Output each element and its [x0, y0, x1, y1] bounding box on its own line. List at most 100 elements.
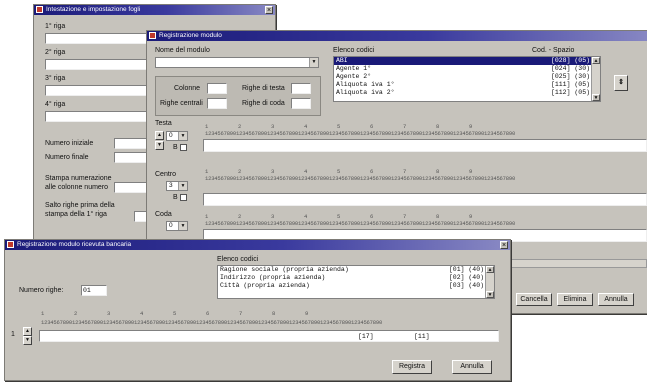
field-marker-17: [17] [358, 333, 374, 340]
numero-righe-input[interactable]: 01 [81, 285, 107, 296]
horizontal-scrollbar[interactable] [505, 259, 647, 268]
chevron-down-icon[interactable]: ▼ [178, 132, 187, 140]
scroll-up-icon[interactable]: ▲ [592, 57, 600, 64]
list-item-code: [01] (40) [448, 266, 484, 273]
annulla-button[interactable]: Annulla [452, 360, 492, 374]
riga2-input[interactable] [45, 59, 155, 70]
app-icon [36, 6, 43, 13]
list-scrollbar[interactable]: ▲ ▼ [485, 266, 494, 298]
elenco-codici-list[interactable]: ABI [028] (05) Agente 1° [024] (30) Agente 2… [333, 56, 601, 102]
testa-spin-combo[interactable]: 0 ▼ [166, 131, 188, 141]
colonne-input[interactable] [207, 83, 227, 94]
registrazione-modulo-title: Registrazione modulo [159, 32, 222, 39]
nome-modulo-combo[interactable]: ▼ [155, 57, 319, 68]
list-item-name: Aliquota iva 2° [336, 89, 395, 96]
riga4-input[interactable] [45, 111, 155, 122]
ruler-digits: 1234567890123456789012345678901234567890… [41, 319, 383, 326]
list-item[interactable]: Ragione sociale (propria azienda) [01] (4… [218, 266, 494, 274]
dimensions-panel: Colonne Righe di testa Righe centrali Ri… [155, 76, 321, 116]
numero-iniziale-label: Numero iniziale [45, 140, 94, 147]
riga4-label: 4° riga [45, 101, 66, 108]
intestazione-title: Intestazione e impostazione fogli [46, 6, 141, 13]
row-template-input[interactable]: [17] [11] [39, 330, 499, 342]
centro-ruler-numbers: 1 2 3 4 5 6 7 8 9 [205, 168, 473, 175]
riga2-label: 2° riga [45, 49, 66, 56]
riga1-input[interactable] [45, 33, 155, 44]
intestazione-titlebar[interactable]: Intestazione e impostazione fogli × [34, 5, 275, 15]
list-item-name: Agente 2° [336, 73, 372, 80]
riga3-input[interactable] [45, 85, 155, 96]
list-item[interactable]: Indirizzo (propria azienda) [02] (40) [218, 274, 494, 282]
ricevuta-bancaria-window: Registrazione modulo ricevuta bancaria ×… [4, 239, 511, 381]
stampa-prima-riga-label: stampa della 1° riga [45, 211, 107, 218]
list-item-name: Aliquota iva 1° [336, 81, 395, 88]
list-item[interactable]: Città (propria azienda) [03] (40) [218, 282, 494, 290]
testa-up-icon[interactable]: ▲ [155, 131, 164, 140]
salto-righe-label: Salto righe prima della [45, 202, 115, 209]
righe-coda-input[interactable] [291, 98, 311, 109]
insert-field-button[interactable]: ⇕ [614, 75, 628, 91]
testa-template-input[interactable] [203, 139, 647, 152]
elenco-codici-label: Elenco codici [333, 47, 375, 54]
list-item-code: [112] (05) [550, 89, 590, 96]
stampa-numerazione-label: Stampa numerazione [45, 175, 112, 182]
list-scrollbar[interactable]: ▲ ▼ [591, 57, 600, 101]
row-up-icon[interactable]: ▲ [23, 327, 32, 336]
testa-ruler-numbers: 1 2 3 4 5 6 7 8 9 [205, 123, 473, 130]
list-item[interactable]: Agente 1° [024] (30) [334, 65, 600, 73]
list-item-name: ABI [336, 57, 348, 64]
list-item-name: Agente 1° [336, 65, 372, 72]
field-marker-11: [11] [414, 333, 430, 340]
chevron-down-icon[interactable]: ▼ [178, 222, 187, 230]
centro-spin-combo[interactable]: 3 ▼ [166, 181, 188, 191]
list-item-name: Città (propria azienda) [220, 282, 310, 289]
centro-bold-checkbox[interactable] [180, 194, 187, 201]
testa-down-icon[interactable]: ▼ [155, 141, 164, 150]
centro-b-label: B [173, 194, 178, 201]
chevron-down-icon[interactable]: ▼ [309, 58, 318, 67]
insert-field-icon: ⇕ [618, 79, 624, 86]
elimina-button[interactable]: Elimina [557, 293, 593, 306]
registrazione-modulo-titlebar[interactable]: Registrazione modulo [147, 31, 647, 41]
righe-testa-input[interactable] [291, 83, 311, 94]
coda-ruler-digits: 1234567890123456789012345678901234567890… [205, 220, 516, 227]
coda-spin-value: 0 [169, 222, 173, 229]
cancella-button[interactable]: Cancella [516, 293, 552, 306]
registra-button[interactable]: Registra [392, 360, 432, 374]
close-icon[interactable]: × [500, 241, 508, 249]
coda-spin-combo[interactable]: 0 ▼ [166, 221, 188, 231]
annulla-button[interactable]: Annulla [598, 293, 634, 306]
list-item-code: [03] (40) [448, 282, 484, 289]
nome-modulo-label: Nome del modulo [155, 47, 210, 54]
riga3-label: 3° riga [45, 75, 66, 82]
testa-bold-checkbox[interactable] [180, 144, 187, 151]
righe-centrali-label: Righe centrali [160, 100, 203, 107]
righe-centrali-input[interactable] [207, 98, 227, 109]
testa-label: Testa [155, 120, 172, 127]
list-item-code: [028] (05) [550, 57, 590, 64]
row-number-label: 1 [11, 331, 15, 338]
list-item[interactable]: Aliquota iva 1° [111] (05) [334, 81, 600, 89]
list-item-code: [02] (40) [448, 274, 484, 281]
list-item[interactable]: Agente 2° [025] (30) [334, 73, 600, 81]
list-item-name: Indirizzo (propria azienda) [220, 274, 326, 281]
list-item[interactable]: Aliquota iva 2° [112] (05) [334, 89, 600, 97]
list-item[interactable]: ABI [028] (05) [334, 57, 600, 65]
coda-label: Coda [155, 211, 172, 218]
ricevuta-bancaria-titlebar[interactable]: Registrazione modulo ricevuta bancaria × [5, 240, 510, 250]
scroll-down-icon[interactable]: ▼ [486, 291, 494, 298]
centro-ruler-digits: 1234567890123456789012345678901234567890… [205, 175, 516, 182]
close-icon[interactable]: × [265, 6, 273, 14]
scroll-down-icon[interactable]: ▼ [592, 94, 600, 101]
app-icon [7, 241, 14, 248]
scroll-up-icon[interactable]: ▲ [486, 266, 494, 273]
righe-testa-label: Righe di testa [242, 85, 285, 92]
list-item-code: [111] (05) [550, 81, 590, 88]
chevron-down-icon[interactable]: ▼ [178, 182, 187, 190]
row-down-icon[interactable]: ▼ [23, 336, 32, 345]
centro-label: Centro [155, 171, 177, 178]
alle-colonne-label: alle colonne numero [45, 184, 109, 191]
centro-template-input[interactable] [203, 193, 647, 206]
elenco-codici-list[interactable]: Ragione sociale (propria azienda) [01] (4… [217, 265, 495, 299]
colonne-label: Colonne [174, 85, 201, 92]
